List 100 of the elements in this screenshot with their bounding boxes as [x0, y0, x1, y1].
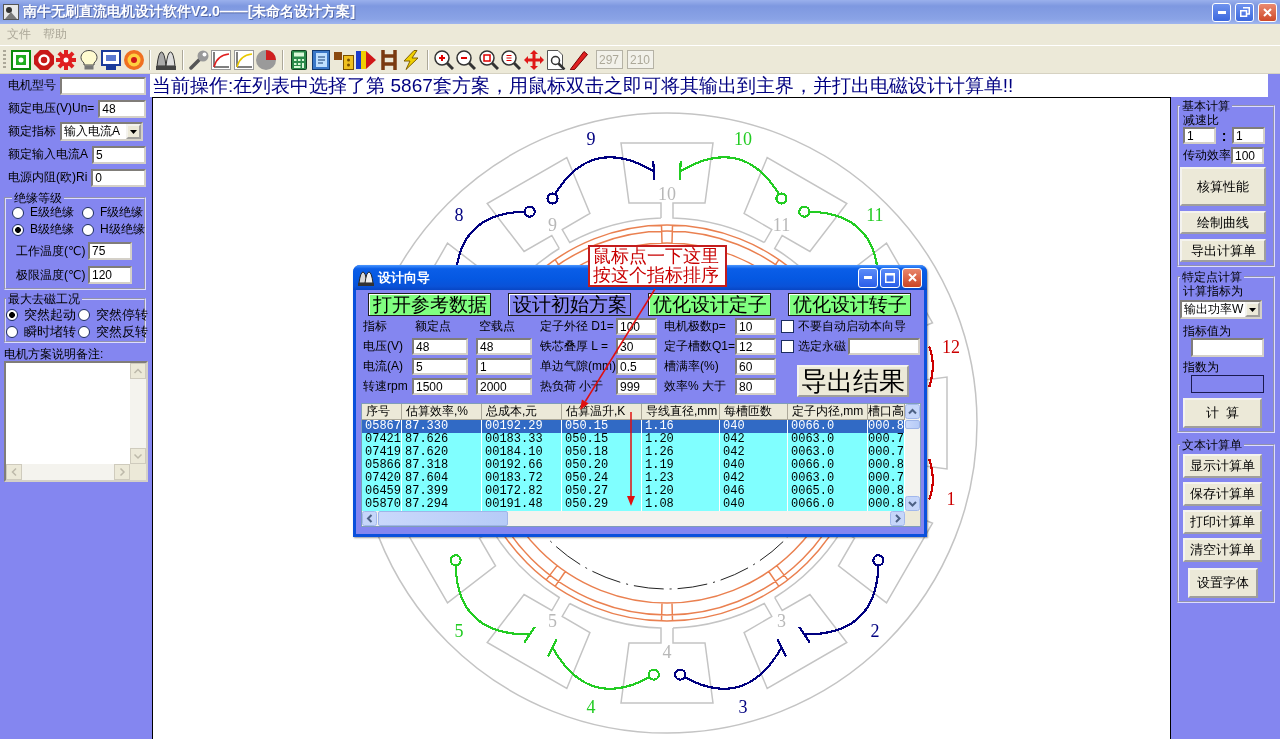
maximize-button[interactable]	[880, 267, 900, 288]
input-field[interactable]: 5	[92, 145, 146, 164]
pie-icon[interactable]	[256, 49, 277, 70]
chevron-down-icon[interactable]	[905, 496, 920, 511]
input-field[interactable]: 10	[735, 318, 776, 335]
input-field[interactable]: 48	[412, 338, 468, 355]
close-button[interactable]	[902, 267, 922, 288]
scroll-thumb[interactable]	[378, 511, 508, 526]
tile-icon[interactable]	[11, 49, 32, 70]
input-field[interactable]: 1	[1183, 127, 1216, 144]
vertical-scrollbar[interactable]	[905, 404, 920, 511]
toolbar-grip[interactable]	[3, 50, 6, 69]
input-field[interactable]: 1	[1232, 127, 1265, 144]
radio-button[interactable]	[82, 206, 94, 219]
pencil-icon[interactable]	[568, 49, 589, 70]
table-row[interactable]: 05866 87.318 00192.66 050.20 1.19 040 0066.0 000.8	[362, 459, 905, 472]
zoom-page-icon[interactable]	[501, 49, 522, 70]
input-field[interactable]: 60	[735, 358, 776, 375]
table-row[interactable]: 06459 87.399 00172.82 050.27 1.20 046 0065.0 000.8	[362, 485, 905, 498]
action-button[interactable]: 打印计算单	[1183, 510, 1262, 534]
input-field[interactable]: 48	[98, 99, 146, 118]
radio-button[interactable]	[12, 223, 24, 236]
table-row[interactable]: 07419 87.620 00184.10 050.18 1.26 042 0063.0 000.7	[362, 446, 905, 459]
radio-button[interactable]	[78, 325, 90, 338]
horizontal-scrollbar[interactable]	[362, 511, 905, 526]
action-button[interactable]: 导出计算单	[1180, 239, 1266, 262]
input-field[interactable]: 1500	[412, 378, 468, 395]
monitor-icon[interactable]	[101, 49, 122, 70]
dropdown[interactable]: 输入电流A	[60, 122, 143, 141]
column-header[interactable]: 总成本,元	[482, 404, 562, 420]
ladder-icon[interactable]	[378, 49, 399, 70]
step-button[interactable]: 打开参考数据	[368, 293, 491, 316]
checkbox[interactable]	[781, 320, 794, 333]
input-field[interactable]: 30	[616, 338, 657, 355]
radio-button[interactable]	[6, 325, 18, 338]
column-header[interactable]: 槽口高	[868, 404, 905, 420]
blocks-icon[interactable]	[333, 49, 354, 70]
table-row[interactable]: 05870 87.294 00191.48 050.29 1.08 040 0066.0 000.8	[362, 498, 905, 511]
dropdown-button[interactable]	[126, 124, 141, 139]
input-field[interactable]: 48	[476, 338, 532, 355]
dropdown[interactable]: 输出功率W	[1180, 300, 1262, 319]
calculator-icon[interactable]	[288, 49, 309, 70]
restore-button[interactable]	[1235, 2, 1254, 22]
table-row[interactable]: 07421 87.626 00183.33 050.15 1.20 042 0063.0 000.7	[362, 433, 905, 446]
gear-icon[interactable]	[56, 49, 77, 70]
column-header[interactable]: 导线直径,mm	[642, 404, 720, 420]
input-field[interactable]: 120	[88, 266, 132, 284]
column-header[interactable]: 序号	[362, 404, 402, 420]
input-field[interactable]: 1	[476, 358, 532, 375]
stop-icon[interactable]	[33, 49, 54, 70]
zoom-out-icon[interactable]	[456, 49, 477, 70]
column-header[interactable]: 定子内径,mm	[788, 404, 868, 420]
page-search-icon[interactable]	[546, 49, 567, 70]
minimize-button[interactable]	[858, 267, 878, 288]
action-button[interactable]: 核算性能	[1180, 167, 1266, 206]
zoom-box-icon[interactable]	[478, 49, 499, 70]
action-button[interactable]: 显示计算单	[1183, 454, 1262, 478]
play-icon[interactable]	[356, 49, 377, 70]
radio-button[interactable]	[82, 223, 94, 236]
action-button[interactable]: 清空计算单	[1183, 538, 1262, 562]
action-button[interactable]: 绘制曲线	[1180, 211, 1266, 234]
notes-field[interactable]	[4, 361, 148, 482]
minimize-button[interactable]	[1212, 2, 1231, 22]
calculate-button[interactable]: 计 算	[1183, 398, 1262, 428]
export-button[interactable]: 导出结果	[797, 365, 909, 397]
checkbox[interactable]	[781, 340, 794, 353]
step-button[interactable]: 设计初始方案	[508, 293, 631, 316]
curve-chart-icon[interactable]	[211, 49, 232, 70]
pin-icon[interactable]	[188, 49, 209, 70]
action-button[interactable]: 设置字体	[1188, 568, 1258, 598]
chevron-right-icon[interactable]	[890, 511, 905, 526]
input-field[interactable]: 2000	[476, 378, 532, 395]
bulb-icon[interactable]	[78, 49, 99, 70]
input-field[interactable]: 75	[88, 242, 132, 260]
radio-button[interactable]	[78, 308, 90, 321]
chevron-left-icon[interactable]	[362, 511, 377, 526]
column-header[interactable]: 每槽匝数	[720, 404, 788, 420]
chevron-up-icon[interactable]	[905, 404, 920, 419]
notebook-icon[interactable]	[311, 49, 332, 70]
step-button[interactable]: 优化设计定子	[648, 293, 771, 316]
table-row[interactable]: 07420 87.604 00183.72 050.24 1.23 042 0063.0 000.7	[362, 472, 905, 485]
input-field[interactable]: 80	[735, 378, 776, 395]
scroll-thumb[interactable]	[905, 420, 920, 429]
input-field[interactable]: 999	[616, 378, 657, 395]
radio-button[interactable]	[6, 308, 18, 321]
zoom-in-icon[interactable]	[433, 49, 454, 70]
target-icon[interactable]	[123, 49, 144, 70]
input-field[interactable]: 0.5	[616, 358, 657, 375]
dropdown-button[interactable]	[1245, 302, 1260, 317]
move-icon[interactable]	[523, 49, 544, 70]
table-row[interactable]: 05867 87.330 00192.29 050.15 1.16 040 0066.0 000.8	[362, 420, 905, 433]
input-field[interactable]: 12	[735, 338, 776, 355]
step-button[interactable]: 优化设计转子	[788, 293, 911, 316]
action-button[interactable]: 保存计算单	[1183, 482, 1262, 506]
close-button[interactable]	[1258, 2, 1277, 22]
input-field[interactable]: 100	[1231, 147, 1264, 164]
radio-button[interactable]	[12, 206, 24, 219]
input-field[interactable]: 0	[91, 168, 146, 187]
bell-icon[interactable]	[156, 49, 177, 70]
input-field[interactable]: 5	[412, 358, 468, 375]
